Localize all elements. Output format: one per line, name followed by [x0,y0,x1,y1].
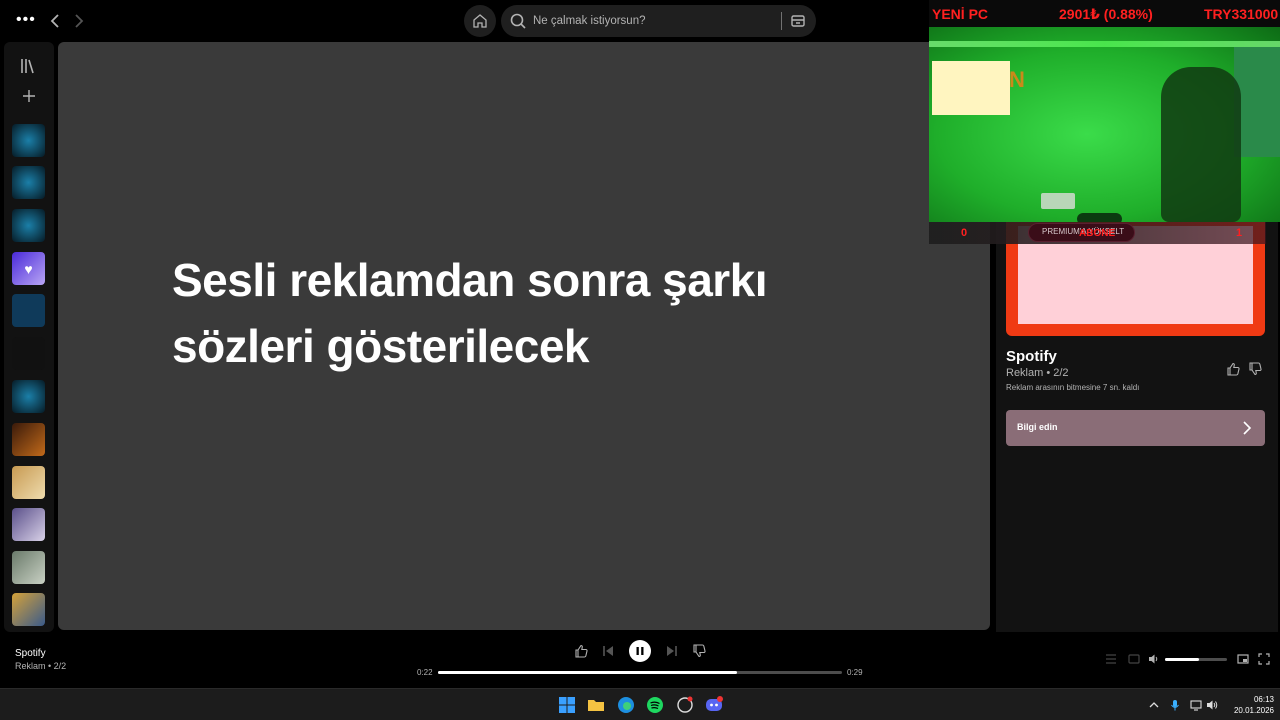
mini-player-icon[interactable] [1237,653,1249,665]
playlist-cover[interactable] [12,337,45,370]
windows-start-icon[interactable] [558,696,576,714]
overlay-pill-big: ABONE [1079,228,1116,239]
playlist-cover[interactable] [12,466,45,499]
thumbs-down-icon[interactable] [692,644,706,658]
playback-progress-bar[interactable] [438,671,842,674]
forward-arrow-icon[interactable] [68,11,88,31]
browse-icon[interactable] [789,12,807,30]
now-playing-title[interactable]: Spotify [15,648,46,659]
device [1041,193,1075,209]
chair-base [1077,213,1122,222]
overlay-right-count: 1 [1236,227,1243,239]
volume-slider-fill [1165,658,1200,661]
system-clock[interactable]: 06:13 20.01.2026 [1222,694,1274,716]
microphone-icon[interactable] [1169,699,1181,711]
playlist-cover[interactable] [12,294,45,327]
chatgpt-icon[interactable] [676,696,694,714]
playlist-cover[interactable] [12,593,45,626]
pause-icon [636,647,644,655]
playlist-cover[interactable] [12,166,45,199]
thumbs-down-icon[interactable] [1248,362,1262,376]
playback-progress-fill [438,671,737,674]
playlist-cover[interactable] [12,508,45,541]
discord-icon[interactable] [705,696,723,714]
elapsed-time: 0:22 [417,668,433,677]
spotify-icon[interactable] [646,696,664,714]
now-playing-subtitle: Reklam • 2/2 [15,661,67,671]
stream-overlay: YENİ PC 2901₺ (0.88%) TRY331000 N 0 PREM… [929,0,1280,244]
home-icon [473,14,487,28]
thumbs-up-icon[interactable] [1226,362,1240,376]
overlay-goal-progress: 2901₺ (0.88%) [1059,6,1153,22]
back-arrow-icon[interactable] [46,11,66,31]
playlist-cover[interactable] [12,380,45,413]
more-options-icon[interactable]: ••• [16,12,36,28]
library-icon[interactable] [20,58,38,74]
windows-taskbar: 06:13 20.01.2026 [0,688,1280,720]
thumbs-up-icon[interactable] [574,644,588,658]
edge-browser-icon[interactable] [617,696,635,714]
learn-more-button[interactable]: Bilgi edin [1006,410,1265,446]
ad-countdown-note: Reklam arasının bitmesine 7 sn. kaldı [1006,383,1140,392]
playlist-cover[interactable] [12,551,45,584]
connect-device-icon[interactable] [1128,653,1140,665]
webcam-feed: N [929,27,1280,222]
gaming-chair [1161,67,1241,222]
queue-icon[interactable] [1105,653,1117,665]
overlay-goal-label: YENİ PC [932,6,989,22]
heart-icon: ♥ [24,260,33,277]
overlay-counter-bar: 0 PREMIUM'A YÜKSELT ABONE 1 [929,222,1266,244]
network-icon[interactable] [1190,699,1202,711]
liked-songs-cover[interactable]: ♥ [12,252,45,285]
wall-sign: N [1009,67,1025,92]
lyrics-panel: Sesli reklamdan sonra şarkı sözleri göst… [58,42,990,630]
learn-more-label: Bilgi edin [1017,422,1058,432]
library-sidebar: ♥ [4,42,54,632]
playlist-cover[interactable] [12,423,45,456]
speaker-icon[interactable] [1206,699,1218,711]
overlay-left-count: 0 [961,227,968,239]
chevron-right-icon [1243,421,1252,435]
clock-date: 20.01.2026 [1233,706,1274,715]
search-input[interactable] [533,11,773,31]
led-strip [929,41,1280,47]
pause-button[interactable] [629,640,651,662]
volume-icon[interactable] [1148,653,1160,665]
overlay-subscribe-pill: PREMIUM'A YÜKSELT ABONE [1028,223,1135,242]
player-bar: Spotify Reklam • 2/2 0:22 0:29 [0,632,1280,688]
search-icon [510,13,526,29]
playlist-cover[interactable] [12,209,45,242]
file-explorer-icon[interactable] [587,696,605,714]
ad-subtitle: Reklam • 2/2 [1006,367,1069,379]
home-button[interactable] [464,5,496,37]
search-bar[interactable] [501,5,816,37]
ad-title: Spotify [1006,348,1057,365]
tray-chevron-up-icon[interactable] [1148,699,1160,711]
overlay-goal-target: TRY331000 [1204,6,1279,22]
previous-track-icon[interactable] [601,644,615,658]
volume-slider[interactable] [1165,658,1227,661]
next-track-icon[interactable] [665,644,679,658]
fullscreen-icon[interactable] [1258,653,1270,665]
clock-time: 06:13 [1253,695,1274,704]
sticky-note [932,61,1010,115]
plus-icon[interactable] [21,88,37,104]
search-divider [781,12,782,30]
overlay-header: YENİ PC 2901₺ (0.88%) TRY331000 [929,0,1280,27]
playlist-cover[interactable] [12,124,45,157]
total-time: 0:29 [847,668,863,677]
lyrics-message: Sesli reklamdan sonra şarkı sözleri göst… [172,254,768,372]
